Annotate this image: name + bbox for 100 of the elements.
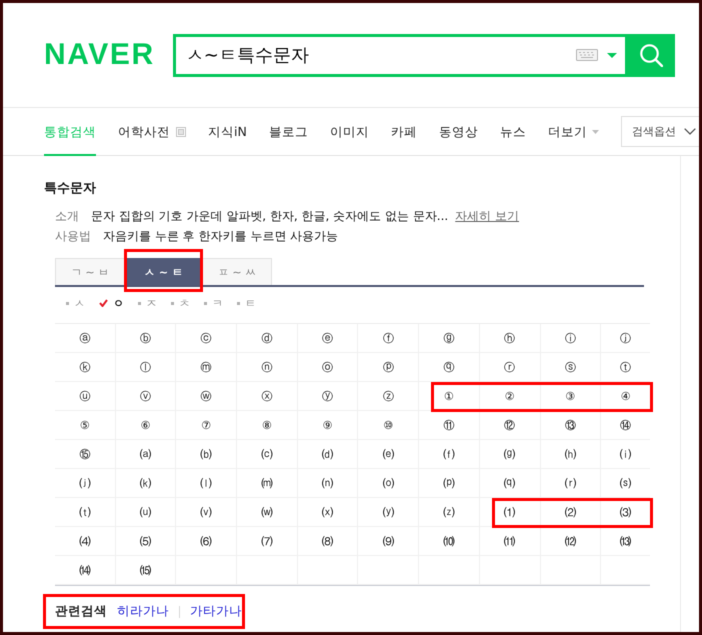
symbol-cell[interactable]: ⓡ xyxy=(480,353,540,382)
symbol-cell[interactable]: ⑽ xyxy=(419,527,480,556)
nav-tab[interactable]: 어학사전 xyxy=(118,108,186,156)
consonant-filter[interactable]: ㅋ xyxy=(204,295,223,311)
symbol-cell[interactable]: ⑶ xyxy=(601,498,650,527)
symbol-cell[interactable]: ⓘ xyxy=(540,324,602,353)
symbol-cell[interactable]: ⓨ xyxy=(298,382,358,411)
symbol-cell[interactable]: ⓩ xyxy=(358,382,420,411)
symbol-cell[interactable]: ⒟ xyxy=(298,440,358,469)
symbol-cell[interactable]: ⓗ xyxy=(480,324,540,353)
caret-icon[interactable] xyxy=(606,52,617,58)
detail-link[interactable]: 자세히 보기 xyxy=(455,206,520,226)
symbol-cell[interactable]: ⒭ xyxy=(540,469,602,498)
consonant-filter[interactable]: ㅈ xyxy=(138,295,157,311)
symbol-cell[interactable]: ⒲ xyxy=(237,498,298,527)
symbol-cell[interactable]: ⑸ xyxy=(116,527,176,556)
nav-tab[interactable]: 블로그 xyxy=(268,108,308,156)
symbol-cell[interactable]: ⑫ xyxy=(480,411,540,440)
symbol-cell[interactable]: ⒞ xyxy=(237,440,298,469)
symbol-cell[interactable]: ⒜ xyxy=(116,440,176,469)
symbol-cell[interactable]: ⓦ xyxy=(176,382,238,411)
symbol-cell[interactable]: ⒪ xyxy=(358,469,420,498)
symbol-cell[interactable]: ⑩ xyxy=(358,411,420,440)
symbol-cell[interactable]: ⒴ xyxy=(358,498,420,527)
symbol-cell[interactable]: ⒡ xyxy=(419,440,480,469)
nav-tab[interactable]: 동영상 xyxy=(438,108,478,156)
symbol-cell[interactable]: ⓑ xyxy=(116,324,176,353)
range-tab[interactable]: ㅅ ~ ㅌ xyxy=(125,258,202,285)
related-link[interactable]: 가타가나 xyxy=(190,603,242,620)
search-box[interactable]: ㅅ~ㅌ특수문자 xyxy=(172,34,628,76)
nav-tab[interactable]: 이미지 xyxy=(330,108,369,156)
symbol-cell[interactable]: ⓒ xyxy=(176,324,238,353)
symbol-cell[interactable]: ⓚ xyxy=(55,353,116,382)
symbol-cell[interactable]: ⒣ xyxy=(540,440,602,469)
consonant-filter[interactable]: ㅅ xyxy=(66,295,85,311)
symbol-cell[interactable]: ⒢ xyxy=(480,440,540,469)
symbol-cell[interactable]: ⒨ xyxy=(237,469,298,498)
symbol-cell[interactable]: ⓥ xyxy=(116,382,176,411)
symbol-cell[interactable]: ⓣ xyxy=(601,353,650,382)
nav-tab[interactable]: 카페 xyxy=(390,108,417,156)
symbol-cell[interactable]: ⒮ xyxy=(601,469,650,498)
symbol-cell[interactable]: ⓓ xyxy=(237,324,298,353)
symbol-cell[interactable]: ⓙ xyxy=(601,324,650,353)
symbol-cell[interactable]: ⓧ xyxy=(237,382,298,411)
nav-tab[interactable]: 지식iN xyxy=(208,108,247,156)
symbol-cell[interactable]: ⓟ xyxy=(358,353,420,382)
symbol-cell[interactable]: ⒀ xyxy=(601,527,650,556)
symbol-cell[interactable]: ⑹ xyxy=(176,527,238,556)
symbol-cell[interactable]: ⓖ xyxy=(419,324,480,353)
symbol-cell[interactable]: ③ xyxy=(540,382,602,411)
nav-tab[interactable]: 뉴스 xyxy=(500,108,526,156)
range-tab[interactable]: ㄱ ~ ㅂ xyxy=(55,258,125,285)
symbol-cell[interactable]: ⓞ xyxy=(298,353,358,382)
symbol-cell[interactable]: ⑵ xyxy=(540,498,602,527)
symbol-cell[interactable]: ⒱ xyxy=(176,498,238,527)
symbol-cell[interactable]: ⓕ xyxy=(358,324,420,353)
consonant-filter[interactable]: ㅇ xyxy=(99,295,124,311)
range-tab[interactable]: ㅍ ~ ㅆ xyxy=(202,258,272,285)
symbol-cell[interactable]: ⑨ xyxy=(298,411,358,440)
search-options-button[interactable]: 검색옵션 xyxy=(621,116,699,147)
keyboard-icon[interactable] xyxy=(576,49,598,61)
symbol-cell[interactable]: ⒳ xyxy=(298,498,358,527)
related-link[interactable]: 히라가나 xyxy=(117,603,169,620)
symbol-cell[interactable]: ⑮ xyxy=(55,440,116,469)
symbol-cell[interactable]: ⓛ xyxy=(116,353,176,382)
symbol-cell[interactable]: ⑤ xyxy=(55,411,116,440)
symbol-cell[interactable]: ⑥ xyxy=(116,411,176,440)
symbol-cell[interactable]: ⑿ xyxy=(540,527,602,556)
symbol-cell[interactable]: ⒰ xyxy=(116,498,176,527)
symbol-cell[interactable]: ⑾ xyxy=(480,527,540,556)
symbol-cell[interactable]: ⑴ xyxy=(480,498,540,527)
consonant-filter[interactable]: ㅌ xyxy=(237,295,256,311)
symbol-cell[interactable]: ④ xyxy=(601,382,650,411)
symbol-cell[interactable]: ⑻ xyxy=(298,527,358,556)
symbol-cell[interactable]: ⓠ xyxy=(419,353,480,382)
symbol-cell[interactable]: ⒂ xyxy=(116,556,176,585)
search-button[interactable] xyxy=(628,34,675,76)
symbol-cell[interactable]: ⓐ xyxy=(55,324,116,353)
symbol-cell[interactable]: ⒫ xyxy=(419,469,480,498)
symbol-cell[interactable]: ⒥ xyxy=(55,469,116,498)
search-input[interactable]: ㅅ~ㅌ특수문자 xyxy=(176,36,576,74)
symbol-cell[interactable]: ⒁ xyxy=(55,556,116,585)
symbol-cell[interactable]: ⑬ xyxy=(540,411,602,440)
consonant-filter[interactable]: ㅊ xyxy=(171,295,190,311)
symbol-cell[interactable]: ⑭ xyxy=(601,411,650,440)
symbol-cell[interactable]: ⑼ xyxy=(358,527,420,556)
symbol-cell[interactable]: ⒦ xyxy=(116,469,176,498)
symbol-cell[interactable]: ⓢ xyxy=(540,353,602,382)
symbol-cell[interactable]: ⑪ xyxy=(419,411,480,440)
symbol-cell[interactable]: ⒧ xyxy=(176,469,238,498)
symbol-cell[interactable]: ⒝ xyxy=(176,440,238,469)
nav-tab[interactable]: 더보기 xyxy=(548,108,599,156)
symbol-cell[interactable]: ⑦ xyxy=(176,411,238,440)
symbol-cell[interactable]: ⓝ xyxy=(237,353,298,382)
symbol-cell[interactable]: ⓜ xyxy=(176,353,238,382)
symbol-cell[interactable]: ⓔ xyxy=(298,324,358,353)
symbol-cell[interactable]: ⒵ xyxy=(419,498,480,527)
symbol-cell[interactable]: ⓤ xyxy=(55,382,116,411)
symbol-cell[interactable]: ⒠ xyxy=(358,440,420,469)
symbol-cell[interactable]: ② xyxy=(480,382,540,411)
